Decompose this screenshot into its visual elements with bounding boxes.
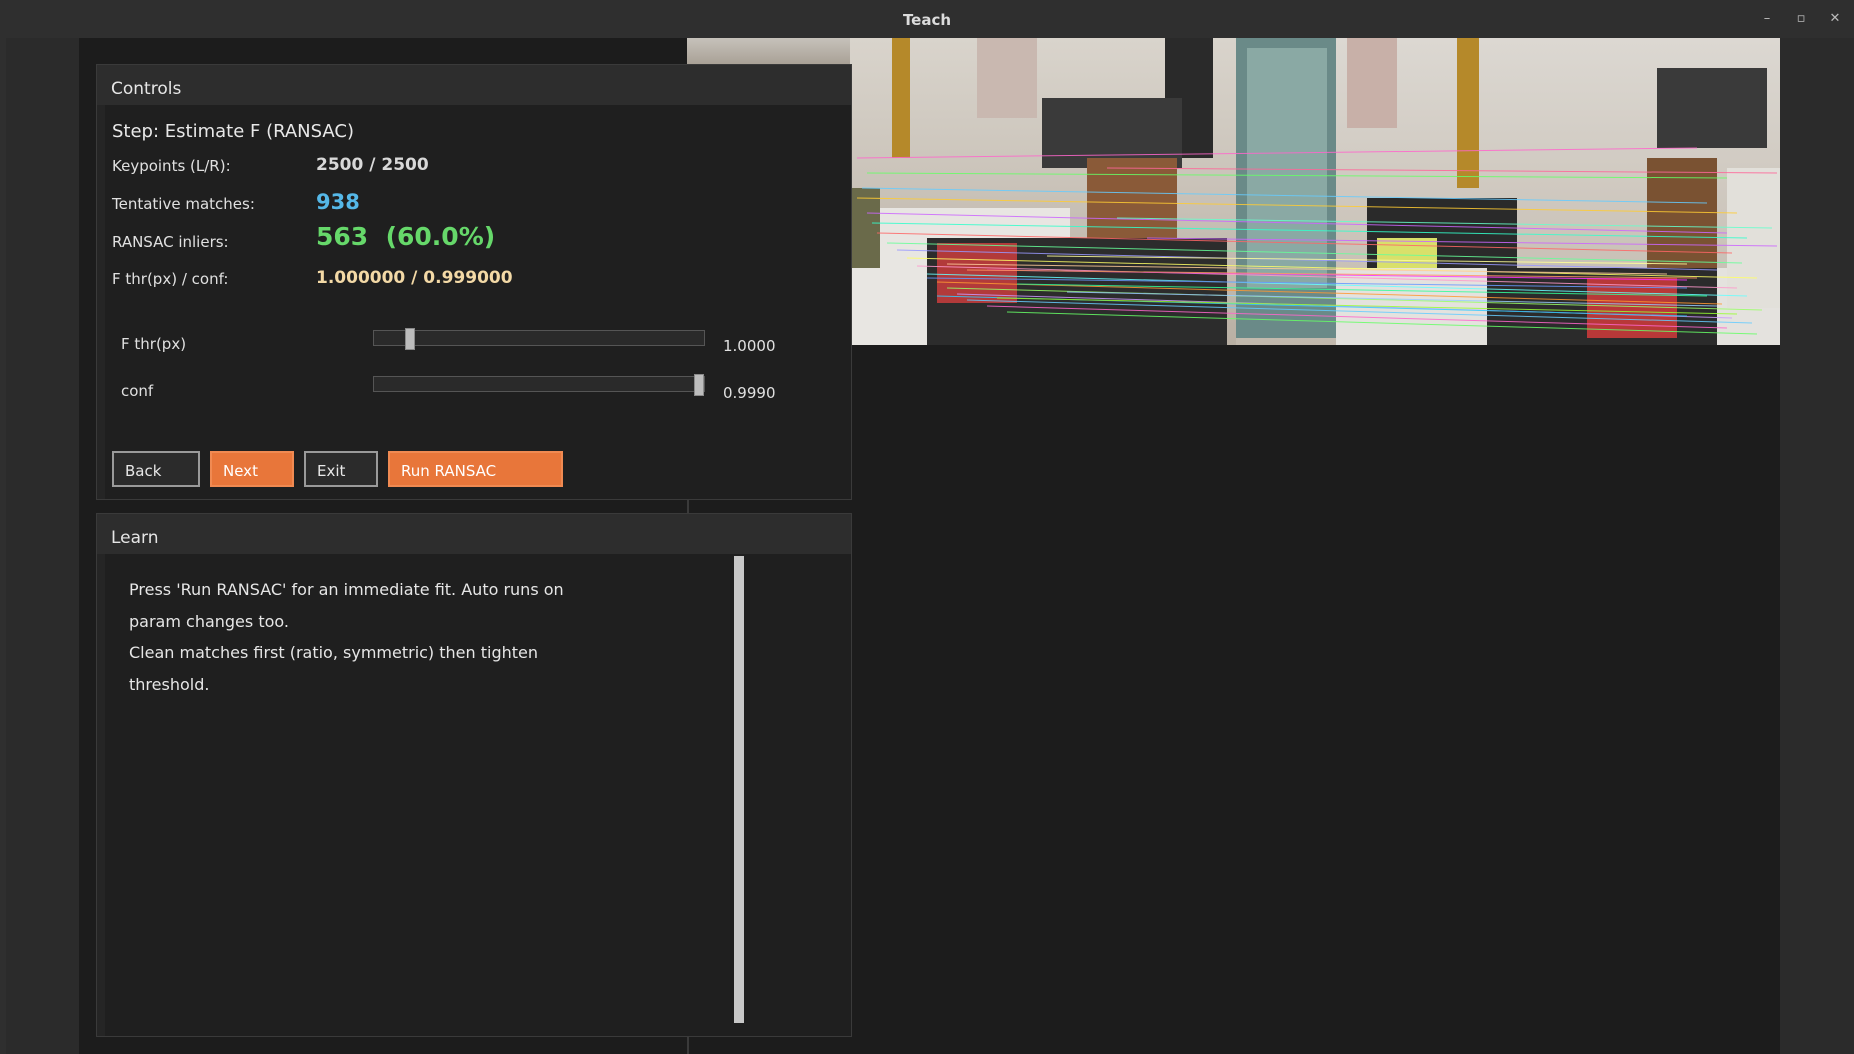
learn-line: Press 'Run RANSAC' for an immediate fit.…	[129, 580, 564, 599]
stat-value-f-thr-conf: 1.000000 / 0.999000	[316, 268, 513, 288]
back-button[interactable]: Back	[112, 451, 200, 487]
controls-panel: Controls Step: Estimate F (RANSAC) Keypo…	[96, 64, 852, 500]
learn-scrollbar-thumb[interactable]	[734, 556, 744, 1023]
stat-label-f-thr-conf: F thr(px) / conf:	[112, 270, 229, 288]
learn-scrollbar[interactable]	[734, 556, 744, 1023]
exit-button[interactable]: Exit	[304, 451, 378, 487]
left-gutter	[6, 38, 79, 1054]
learn-header: Learn	[97, 514, 851, 554]
f-thr-slider[interactable]	[373, 328, 705, 350]
slider-label-f-thr: F thr(px)	[121, 335, 187, 353]
step-title: Step: Estimate F (RANSAC)	[112, 121, 354, 142]
learn-line: Clean matches first (ratio, symmetric) t…	[129, 643, 539, 662]
conf-slider[interactable]	[373, 374, 705, 396]
stat-value-keypoints: 2500 / 2500	[316, 155, 429, 175]
learn-text: Press 'Run RANSAC' for an immediate fit.…	[129, 574, 599, 700]
close-icon[interactable]: ✕	[1826, 10, 1844, 28]
conf-value: 0.9990	[723, 384, 776, 402]
controls-header: Controls	[97, 65, 851, 105]
run-ransac-button[interactable]: Run RANSAC	[388, 451, 563, 487]
title-bar: Teach – ▫ ✕	[0, 0, 1854, 39]
learn-line: threshold.	[129, 674, 210, 694]
minimize-icon[interactable]: –	[1758, 10, 1776, 28]
right-gutter	[1780, 38, 1854, 1054]
restore-icon[interactable]: ▫	[1792, 10, 1810, 28]
slider-label-conf: conf	[121, 382, 154, 400]
f-thr-slider-handle[interactable]	[405, 328, 415, 350]
stat-label-tentative-matches: Tentative matches:	[112, 195, 255, 213]
learn-line: param changes too.	[129, 611, 289, 631]
window-title: Teach	[902, 11, 952, 29]
stat-label-keypoints: Keypoints (L/R):	[112, 157, 231, 175]
conf-slider-handle[interactable]	[694, 374, 704, 396]
next-button[interactable]: Next	[210, 451, 294, 487]
stat-value-tentative-matches: 938	[316, 190, 360, 214]
stat-label-ransac-inliers: RANSAC inliers:	[112, 233, 229, 251]
f-thr-value: 1.0000	[723, 337, 776, 355]
stat-value-ransac-inliers: 563 (60.0%)	[316, 222, 496, 251]
